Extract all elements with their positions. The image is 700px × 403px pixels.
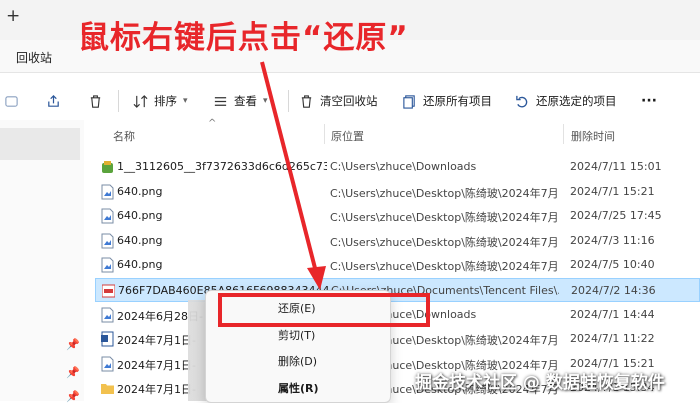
watermark-text: 掘金技术社区 @ 数据蛙恢复软件 [415,373,665,393]
annotation-arrow [260,61,326,290]
